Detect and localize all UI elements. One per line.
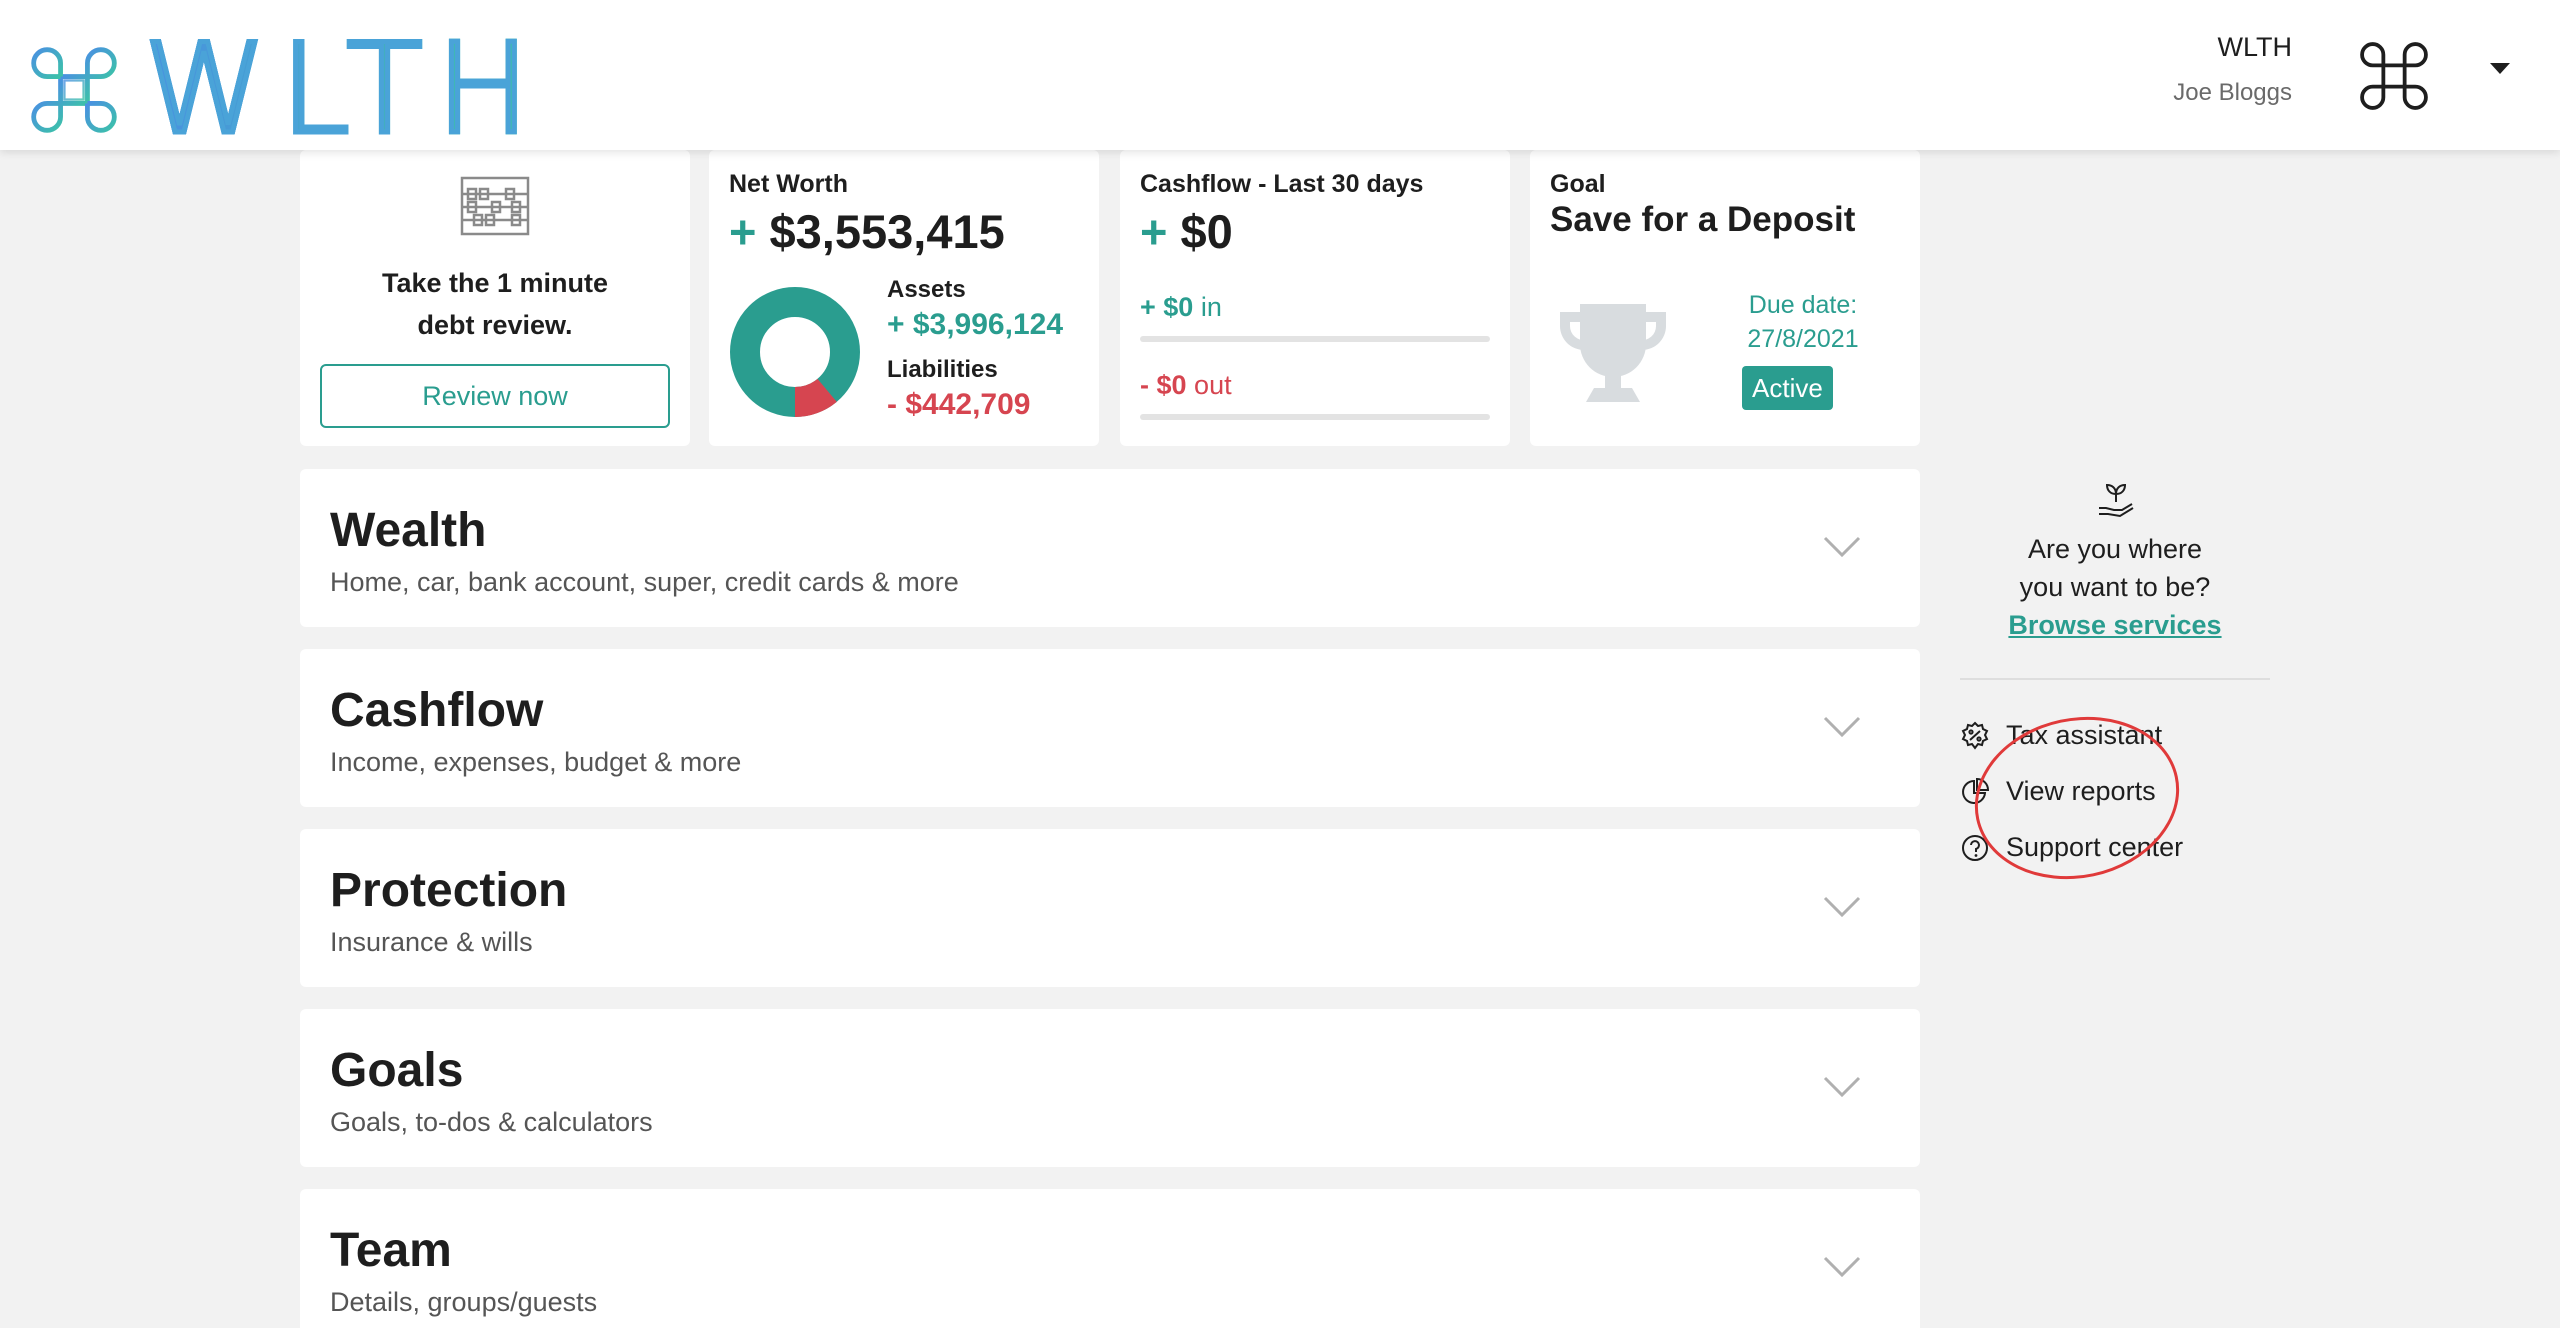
debt-review-card: Take the 1 minute debt review. Review no… <box>300 150 690 446</box>
cashflow-in-label: in <box>1200 292 1222 322</box>
section-protection[interactable]: Protection Insurance & wills <box>300 829 1920 987</box>
sidebar-prompt-line1: Are you where <box>2027 534 2203 564</box>
chevron-down-icon[interactable] <box>1822 895 1862 919</box>
cashflow-out-bar <box>1140 414 1490 420</box>
cashflow-card[interactable]: Cashflow - Last 30 days + $0 + $0 in - $… <box>1120 150 1510 446</box>
sidebar-item-label: View reports <box>2006 776 2156 806</box>
abacus-icon <box>460 176 530 236</box>
sidebar-item-label: Support center <box>2006 832 2184 862</box>
section-wealth[interactable]: Wealth Home, car, bank account, super, c… <box>300 469 1920 627</box>
section-title: Team <box>330 1224 452 1277</box>
section-title: Cashflow <box>330 684 544 737</box>
section-title: Goals <box>330 1044 464 1097</box>
section-subtitle: Insurance & wills <box>330 927 533 957</box>
goal-status-badge: Active <box>1742 366 1833 410</box>
section-goals[interactable]: Goals Goals, to-dos & calculators <box>300 1009 1920 1167</box>
liabilities-value: - $442,709 <box>887 388 1031 421</box>
assets-value: + $3,996,124 <box>887 308 1064 341</box>
chevron-down-icon[interactable] <box>1822 535 1862 559</box>
cashflow-value: + $0 <box>1140 204 1233 259</box>
net-worth-label: Net Worth <box>729 170 848 198</box>
browse-services-link[interactable]: Browse services <box>1960 610 2270 641</box>
cashflow-out-amount: - $0 <box>1140 370 1187 400</box>
goal-due-date: Due date: 27/8/2021 <box>1708 288 1898 356</box>
caret-down-icon[interactable] <box>2490 63 2510 74</box>
organisation-name: WLTH <box>2217 32 2293 62</box>
user-name: Joe Bloggs <box>2173 79 2292 106</box>
net-worth-sign: + <box>729 205 757 258</box>
chevron-down-icon[interactable] <box>1822 1255 1862 1279</box>
net-worth-donut-chart <box>730 287 860 417</box>
section-subtitle: Home, car, bank account, super, credit c… <box>330 567 959 597</box>
top-header: WLTH WLTH Joe Bloggs <box>0 0 2560 162</box>
assets-label: Assets <box>887 276 966 303</box>
logo-wordmark: WLTH <box>142 18 544 162</box>
sidebar-prompt: Are you where you want to be? <box>1960 530 2270 606</box>
donut-liabilities-segment <box>794 378 837 417</box>
cashflow-in-amount: + $0 <box>1140 292 1194 322</box>
cashflow-in: + $0 in <box>1140 292 1222 323</box>
section-subtitle: Details, groups/guests <box>330 1287 598 1317</box>
goal-due-label: Due date: <box>1748 291 1858 319</box>
section-title: Protection <box>330 864 568 917</box>
chevron-down-icon[interactable] <box>1822 715 1862 739</box>
debt-review-line2: debt review. <box>417 310 573 340</box>
sidebar-item-support-center[interactable]: Support center <box>1960 832 2183 863</box>
section-team[interactable]: Team Details, groups/guests <box>300 1189 1920 1328</box>
trophy-icon <box>1560 304 1666 402</box>
plant-in-hand-icon <box>2099 483 2134 518</box>
donut-assets-segment <box>730 287 860 417</box>
debt-review-text: Take the 1 minute debt review. <box>300 262 690 346</box>
cashflow-out: - $0 out <box>1140 370 1232 401</box>
tax-icon <box>1961 721 1989 750</box>
cashflow-amount: $0 <box>1180 205 1233 258</box>
question-icon <box>1962 834 1988 861</box>
goal-label: Goal <box>1550 170 1606 198</box>
command-logo-icon <box>31 47 117 133</box>
goal-card[interactable]: Goal Save for a Deposit Due date: 27/8/2… <box>1530 150 1920 446</box>
cashflow-in-bar <box>1140 336 1490 342</box>
liabilities-label: Liabilities <box>887 356 998 383</box>
net-worth-value: + $3,553,415 <box>729 204 1005 259</box>
section-subtitle: Income, expenses, budget & more <box>330 747 742 777</box>
goal-due-value: 27/8/2021 <box>1747 325 1859 353</box>
section-title: Wealth <box>330 504 487 557</box>
user-info[interactable]: WLTH Joe Bloggs <box>2173 32 2292 107</box>
cashflow-out-label: out <box>1194 370 1232 400</box>
report-icon <box>1962 777 1990 804</box>
chevron-down-icon[interactable] <box>1822 1075 1862 1099</box>
goal-title: Save for a Deposit <box>1550 200 1856 239</box>
review-now-button[interactable]: Review now <box>320 364 670 428</box>
cashflow-label: Cashflow - Last 30 days <box>1140 170 1424 198</box>
cashflow-sign: + <box>1140 205 1168 258</box>
sidebar-item-label: Tax assistant <box>2006 720 2163 750</box>
net-worth-amount: $3,553,415 <box>769 205 1005 258</box>
section-cashflow[interactable]: Cashflow Income, expenses, budget & more <box>300 649 1920 807</box>
sidebar-item-tax-assistant[interactable]: Tax assistant <box>1960 720 2162 751</box>
net-worth-card[interactable]: Net Worth + $3,553,415 Assets + $3,996,1… <box>709 150 1099 446</box>
section-subtitle: Goals, to-dos & calculators <box>330 1107 653 1137</box>
debt-review-line1: Take the 1 minute <box>381 268 609 298</box>
sidebar-divider <box>1960 678 2270 680</box>
wlth-logo[interactable]: WLTH <box>26 18 544 162</box>
sidebar-prompt-line2: you want to be? <box>2019 572 2211 602</box>
command-avatar-icon[interactable] <box>2356 38 2432 114</box>
sidebar-item-view-reports[interactable]: View reports <box>1960 776 2156 807</box>
